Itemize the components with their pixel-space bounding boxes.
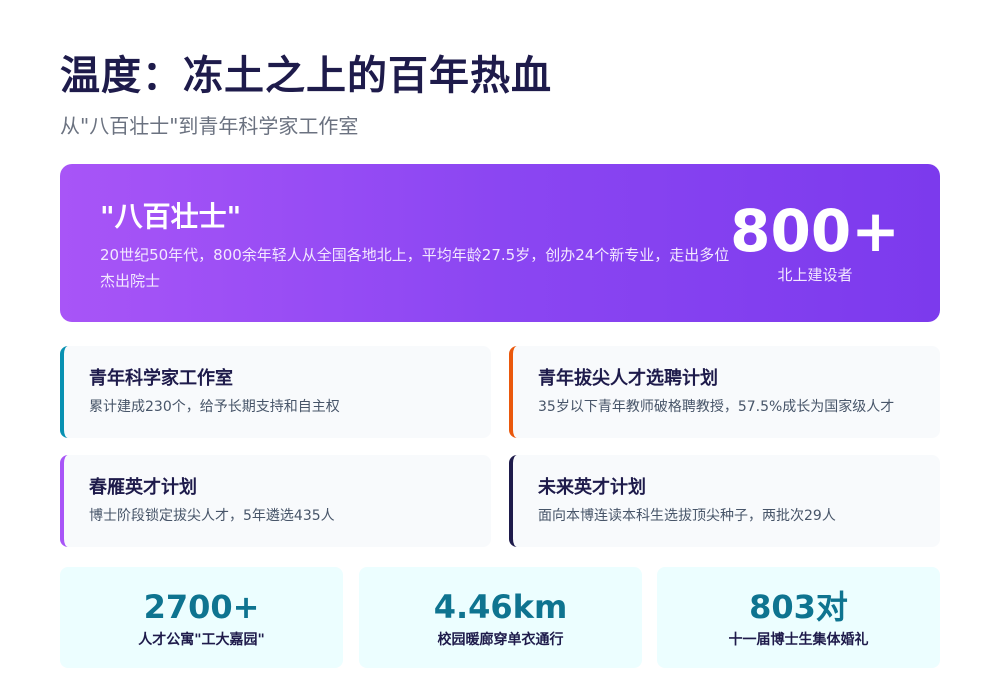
program-card-young-talent-recruitment: 青年拔尖人才选聘计划 35岁以下青年教师破格聘教授，57.5%成长为国家级人才 <box>509 346 940 438</box>
stat-label: 人才公寓"工大嘉园" <box>138 632 265 648</box>
stat-card-group-wedding: 803对 十一届博士生集体婚礼 <box>657 567 940 668</box>
card-description: 累计建成230个，给予长期支持和自主权 <box>89 399 340 415</box>
stat-value: 4.46km <box>433 588 568 626</box>
card-description: 35岁以下青年教师破格聘教授，57.5%成长为国家级人才 <box>538 399 895 415</box>
hero-banner: "八百壮士" 20世纪50年代，800余年轻人从全国各地北上，平均年龄27.5岁… <box>60 164 940 322</box>
stat-card-talent-apartments: 2700+ 人才公寓"工大嘉园" <box>60 567 343 668</box>
card-title: 青年拔尖人才选聘计划 <box>538 368 718 389</box>
stat-value: 2700+ <box>143 588 260 626</box>
program-card-chunyan: 春雁英才计划 博士阶段锁定拔尖人才，5年遴选435人 <box>60 455 491 547</box>
stat-value: 803对 <box>749 588 848 626</box>
hero-description: 20世纪50年代，800余年轻人从全国各地北上，平均年龄27.5岁，创办24个新… <box>100 246 730 290</box>
program-card-young-scientist-studio: 青年科学家工作室 累计建成230个，给予长期支持和自主权 <box>60 346 491 438</box>
page-subtitle: 从"八百壮士"到青年科学家工作室 <box>60 114 359 138</box>
program-card-future-talent: 未来英才计划 面向本博连读本科生选拔顶尖种子，两批次29人 <box>509 455 940 547</box>
stat-card-warm-corridor: 4.46km 校园暖廊穿单衣通行 <box>359 567 642 668</box>
card-title: 春雁英才计划 <box>89 477 197 498</box>
stat-label: 十一届博士生集体婚礼 <box>728 632 869 648</box>
hero-title: "八百壮士" <box>100 200 242 233</box>
card-title: 未来英才计划 <box>538 477 646 498</box>
stat-label: 校园暖廊穿单衣通行 <box>437 632 564 648</box>
hero-stat-label: 北上建设者 <box>777 266 853 284</box>
card-title: 青年科学家工作室 <box>89 368 233 389</box>
page-title: 温度：冻土之上的百年热血 <box>60 53 552 99</box>
card-description: 面向本博连读本科生选拔顶尖种子，两批次29人 <box>538 508 836 524</box>
hero-stat: 800+ 北上建设者 <box>730 198 900 286</box>
card-description: 博士阶段锁定拔尖人才，5年遴选435人 <box>89 508 335 524</box>
hero-stat-value: 800+ <box>730 197 900 265</box>
